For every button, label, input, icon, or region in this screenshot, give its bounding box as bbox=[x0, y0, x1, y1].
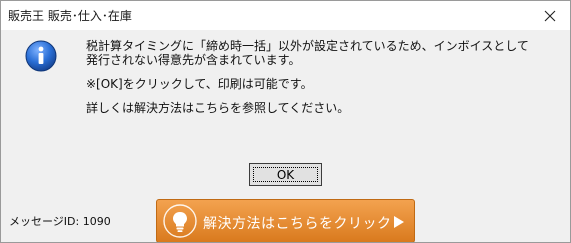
info-icon bbox=[25, 40, 57, 72]
message-dialog: 販売王 販売･仕入･在庫 税計算タイミングに「締め時一括」以外が設定されているた… bbox=[0, 0, 571, 243]
message-line: 詳しくは解決方法はこちらを参照してください。 bbox=[86, 101, 350, 115]
play-arrow-icon bbox=[394, 216, 404, 228]
title-bar[interactable]: 販売王 販売･仕入･在庫 bbox=[1, 1, 570, 30]
message-body: 税計算タイミングに「締め時一括」以外が設定されているため、インボイスとして 発行… bbox=[86, 39, 556, 115]
focus-rectangle bbox=[253, 167, 318, 182]
message-line: 税計算タイミングに「締め時一括」以外が設定されているため、インボイスとして bbox=[86, 39, 529, 53]
message-id: メッセージID: 1090 bbox=[9, 215, 111, 228]
lightbulb-icon bbox=[163, 204, 197, 238]
close-icon bbox=[544, 10, 556, 21]
solution-help-button[interactable]: 解決方法はこちらをクリック bbox=[156, 199, 415, 242]
message-line: ※[OK]をクリックして、印刷は可能です。 bbox=[86, 77, 313, 91]
close-button[interactable] bbox=[530, 1, 570, 30]
help-button-label: 解決方法はこちらをクリック bbox=[203, 216, 392, 232]
window-title: 販売王 販売･仕入･在庫 bbox=[8, 9, 132, 23]
ok-button[interactable]: OK bbox=[249, 163, 322, 186]
message-line: 発行されない得意先が含まれています。 bbox=[86, 53, 301, 67]
